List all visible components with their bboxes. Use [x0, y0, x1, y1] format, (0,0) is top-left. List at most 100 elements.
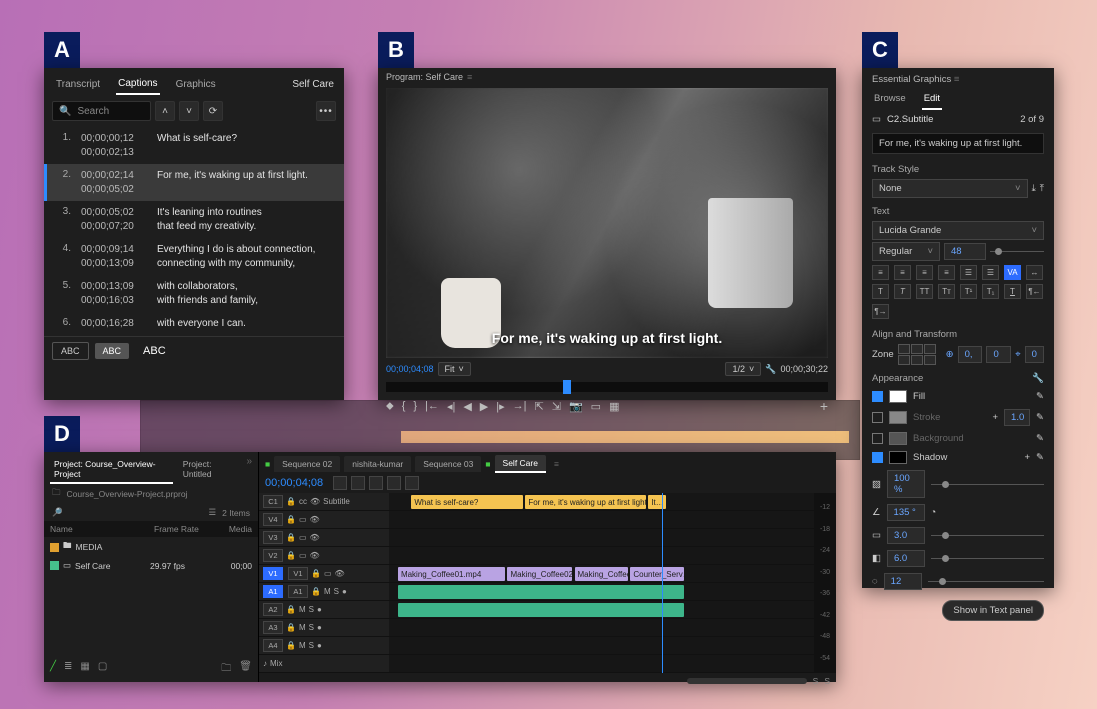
shadow-distance-input[interactable]: 3.0: [887, 527, 925, 544]
zone-x-input[interactable]: 0,: [958, 346, 983, 363]
subscript-icon[interactable]: T₁: [982, 284, 999, 299]
shadow-blur-slider[interactable]: [928, 581, 1044, 582]
play-button[interactable]: ▶: [480, 400, 488, 413]
audio-clip[interactable]: [398, 603, 684, 617]
project-item[interactable]: ▭Self Care29.97 fps00;00: [44, 557, 258, 574]
freeform-view-icon[interactable]: ▢: [98, 661, 107, 678]
solo-button[interactable]: S: [334, 587, 339, 596]
timeline-timecode[interactable]: 00;00;04;08: [265, 477, 323, 489]
layer-name[interactable]: C2.Subtitle: [887, 114, 1014, 125]
allcaps-icon[interactable]: TT: [916, 284, 933, 299]
eye-icon[interactable]: 👁: [310, 497, 320, 506]
source-patching-icon[interactable]: ■: [265, 459, 270, 469]
linked-selection-icon[interactable]: [351, 476, 365, 490]
audio-clip[interactable]: [398, 585, 684, 599]
caption-text[interactable]: with collaborators, with friends and fam…: [157, 280, 334, 307]
track-target[interactable]: A1: [288, 585, 308, 598]
video-clip[interactable]: Making_Coffee02.mp4: [507, 567, 572, 581]
font-size-input[interactable]: 48: [944, 243, 986, 260]
align-center-icon[interactable]: ≡: [894, 265, 911, 280]
add-stroke-button[interactable]: +: [992, 412, 998, 423]
sequence-tab[interactable]: Sequence 03: [415, 456, 481, 472]
shadow-opacity-input[interactable]: 100 %: [887, 470, 925, 498]
time-ruler[interactable]: [386, 382, 828, 392]
mark-out-button[interactable]: }: [413, 400, 417, 412]
col-media[interactable]: Media: [214, 524, 252, 534]
add-shadow-button[interactable]: +: [1024, 452, 1030, 463]
shadow-size-input[interactable]: 6.0: [887, 550, 925, 567]
zoom-scroll[interactable]: [687, 678, 807, 684]
solo-indicator[interactable]: S: [824, 676, 830, 686]
new-item-icon[interactable]: ╱: [50, 661, 56, 678]
fit-dropdown[interactable]: Fit˅: [438, 362, 471, 376]
eyedropper-icon[interactable]: ✎: [1036, 391, 1044, 402]
wrench-icon[interactable]: 🔧: [765, 364, 776, 375]
caption-row[interactable]: 1. 00;00;00;1200;00;02;13 What is self-c…: [44, 127, 344, 164]
shadow-size-slider[interactable]: [931, 558, 1044, 559]
go-in-button[interactable]: |←: [425, 400, 439, 412]
caption-clip[interactable]: What is self-care?: [411, 495, 523, 509]
background-swatch[interactable]: [889, 432, 907, 445]
trash-icon[interactable]: 🗑: [239, 661, 252, 678]
tab-graphics[interactable]: Graphics: [174, 75, 218, 94]
video-clip[interactable]: Making_Coffee03.mp4: [575, 567, 629, 581]
playhead-indicator[interactable]: [563, 380, 571, 394]
icon-view-icon[interactable]: ▦: [80, 661, 89, 678]
refresh-button[interactable]: ⟳: [203, 101, 223, 121]
search-input[interactable]: 🔍 Search: [52, 101, 151, 121]
track-target[interactable]: V3: [263, 531, 283, 544]
source-patching-icon[interactable]: ■: [485, 459, 490, 469]
faux-italic-icon[interactable]: T: [894, 284, 911, 299]
project-tab[interactable]: Project: Course_Overview-Project: [50, 456, 173, 484]
list-view-icon[interactable]: ≣: [64, 661, 72, 678]
add-marker-button[interactable]: ⬥: [386, 400, 394, 413]
track-style-dropdown[interactable]: None˅: [872, 179, 1028, 198]
caption-row[interactable]: 4. 00;00;09;1400;00;13;09 Everything I d…: [44, 238, 344, 275]
project-tab[interactable]: Project: Untitled: [179, 456, 241, 484]
caption-text[interactable]: For me, it's waking up at first light.: [157, 169, 334, 183]
safe-margins-button[interactable]: ▦: [609, 400, 619, 413]
caption-style-chip[interactable]: ABC: [135, 342, 174, 360]
col-name[interactable]: Name: [50, 524, 154, 534]
align-left-icon[interactable]: ≡: [872, 265, 889, 280]
faux-bold-icon[interactable]: T: [872, 284, 889, 299]
step-fwd-button[interactable]: |▸: [496, 400, 504, 413]
eyedropper-icon[interactable]: ✎: [1036, 412, 1044, 423]
export-frame-button[interactable]: 📷: [569, 400, 583, 413]
track-target[interactable]: A3: [263, 621, 283, 634]
caption-text[interactable]: It's leaning into routines that feed my …: [157, 206, 334, 233]
caption-text[interactable]: Everything I do is about connection, con…: [157, 243, 334, 270]
mark-in-button[interactable]: {: [402, 400, 406, 412]
font-size-slider[interactable]: [990, 251, 1044, 252]
font-weight-dropdown[interactable]: Regular˅: [872, 242, 940, 261]
wrench-icon[interactable]: [387, 476, 401, 490]
playhead-timecode[interactable]: 00;00;04;08: [386, 364, 434, 374]
tracking-icon[interactable]: VA: [1004, 265, 1021, 280]
caption-style-chip[interactable]: ABC: [95, 343, 130, 359]
go-out-button[interactable]: →|: [513, 400, 527, 412]
list-view-icon[interactable]: ☰: [209, 507, 217, 518]
sequence-tab[interactable]: nishita-kumar: [344, 456, 411, 472]
play-back-button[interactable]: ◀: [463, 400, 471, 413]
wrench-icon[interactable]: 🔧: [1032, 373, 1044, 384]
caption-clip[interactable]: It…: [648, 495, 666, 509]
ltr-icon[interactable]: ¶→: [872, 304, 889, 319]
caption-row[interactable]: 5. 00;00;13;0900;00;16;03 with collabora…: [44, 275, 344, 312]
video-clip[interactable]: Counter_Serv…: [630, 567, 684, 581]
shadow-swatch[interactable]: [889, 451, 907, 464]
stroke-toggle[interactable]: [872, 412, 883, 423]
angle-dial-icon[interactable]: ◔: [931, 507, 937, 518]
track-target[interactable]: A4: [263, 639, 283, 652]
stroke-width-input[interactable]: 1.0: [1004, 409, 1030, 426]
step-back-button[interactable]: ◂|: [447, 400, 455, 413]
caption-row[interactable]: 3. 00;00;05;0200;00;07;20 It's leaning i…: [44, 201, 344, 238]
caption-clip[interactable]: For me, it's waking up at first light.: [525, 495, 646, 509]
cc-icon[interactable]: cc: [299, 497, 307, 506]
sequence-tab[interactable]: Self Care: [495, 455, 546, 473]
timeline-lanes[interactable]: What is self-care? For me, it's waking u…: [389, 493, 836, 673]
eyedropper-icon[interactable]: ✎: [1036, 433, 1044, 444]
fill-toggle[interactable]: [872, 391, 883, 402]
font-dropdown[interactable]: Lucida Grande˅: [872, 221, 1044, 240]
video-clip[interactable]: Making_Coffee01.mp4: [398, 567, 505, 581]
track-target[interactable]: V1: [288, 567, 308, 580]
